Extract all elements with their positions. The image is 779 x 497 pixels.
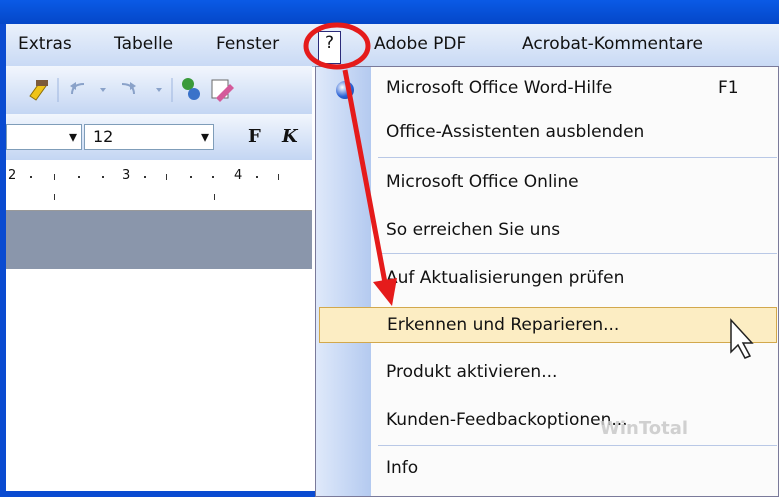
annotation-overlay [303, 22, 754, 359]
highlight-circle [303, 22, 371, 70]
annotation-arrow [342, 69, 389, 289]
mouse-cursor-icon [730, 318, 754, 359]
annotation-arrowhead [373, 278, 397, 306]
